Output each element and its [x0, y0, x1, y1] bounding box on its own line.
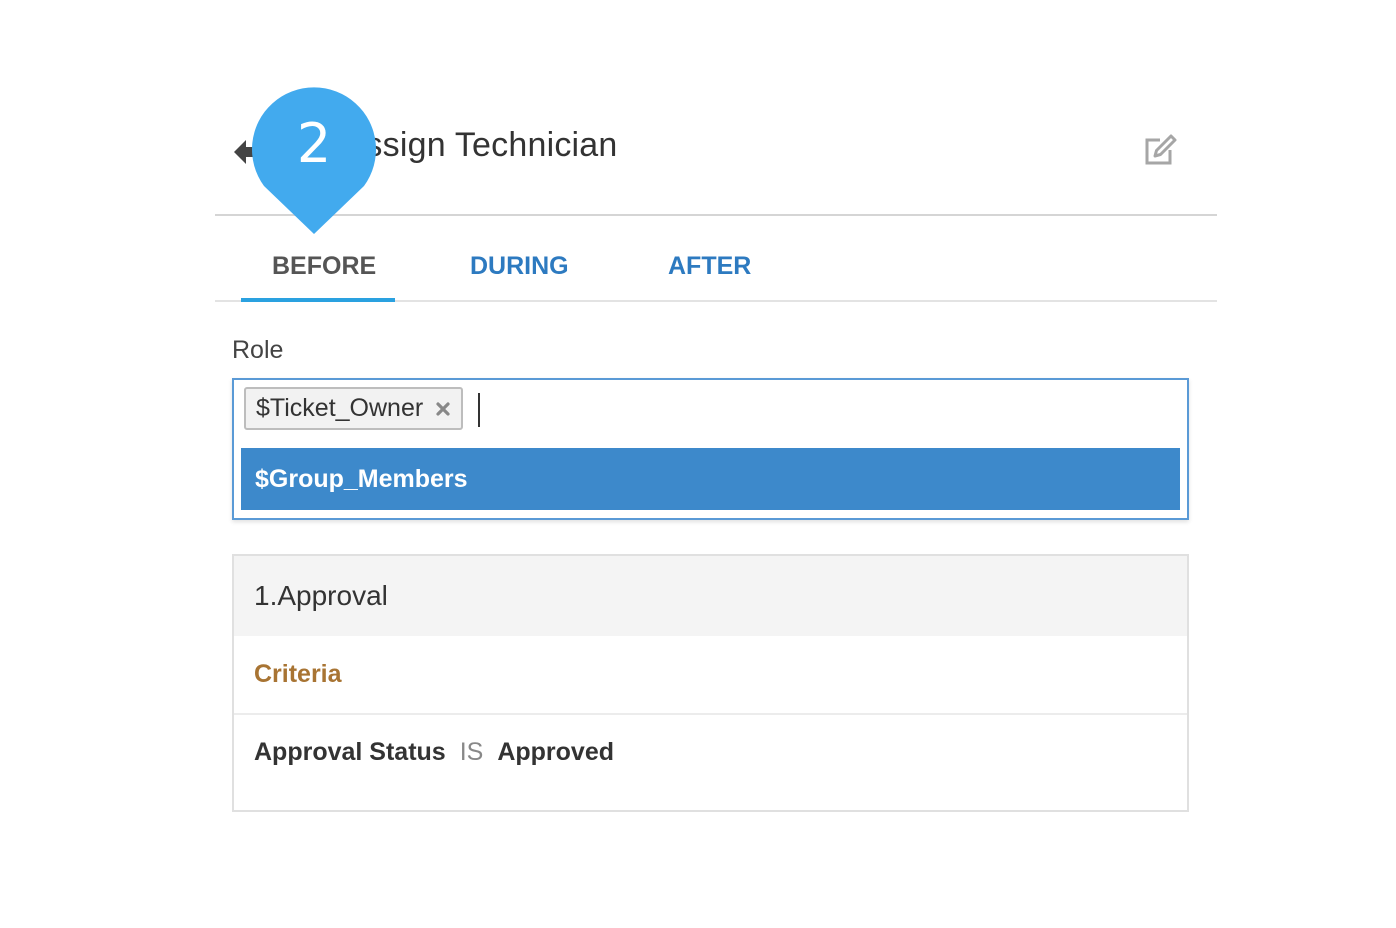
- role-multiselect: $Ticket_Owner $Group_Members: [232, 378, 1189, 520]
- close-icon[interactable]: [435, 401, 451, 417]
- approval-title: 1.Approval: [254, 580, 388, 611]
- edit-icon[interactable]: [1142, 132, 1178, 168]
- approval-card-header: 1.Approval: [234, 556, 1187, 636]
- criteria-label: Criteria: [254, 660, 342, 688]
- criteria-condition: Approval Status IS Approved: [254, 738, 614, 767]
- condition-value: Approved: [497, 738, 615, 766]
- tab-during[interactable]: DURING: [470, 252, 569, 281]
- tab-bar: BEFORE DURING AFTER: [215, 244, 1217, 302]
- tab-before[interactable]: BEFORE: [272, 252, 376, 281]
- role-search-input[interactable]: [482, 386, 1172, 430]
- condition-operator: IS: [459, 738, 484, 766]
- card-divider: [234, 713, 1187, 715]
- step-number: 2: [296, 112, 332, 175]
- approval-card: 1.Approval Criteria Approval Status IS App…: [232, 554, 1189, 812]
- role-tag: $Ticket_Owner: [244, 387, 464, 430]
- role-option-group-members[interactable]: $Group_Members: [241, 448, 1180, 510]
- active-tab-indicator: [241, 298, 395, 302]
- tab-after[interactable]: AFTER: [668, 252, 751, 281]
- role-label: Role: [232, 336, 284, 364]
- condition-field: Approval Status: [254, 738, 446, 766]
- page: tion - Assign Technician BEFORE DURING A…: [0, 0, 1396, 928]
- role-tag-label: $Ticket_Owner: [256, 394, 424, 422]
- text-caret: [478, 393, 480, 427]
